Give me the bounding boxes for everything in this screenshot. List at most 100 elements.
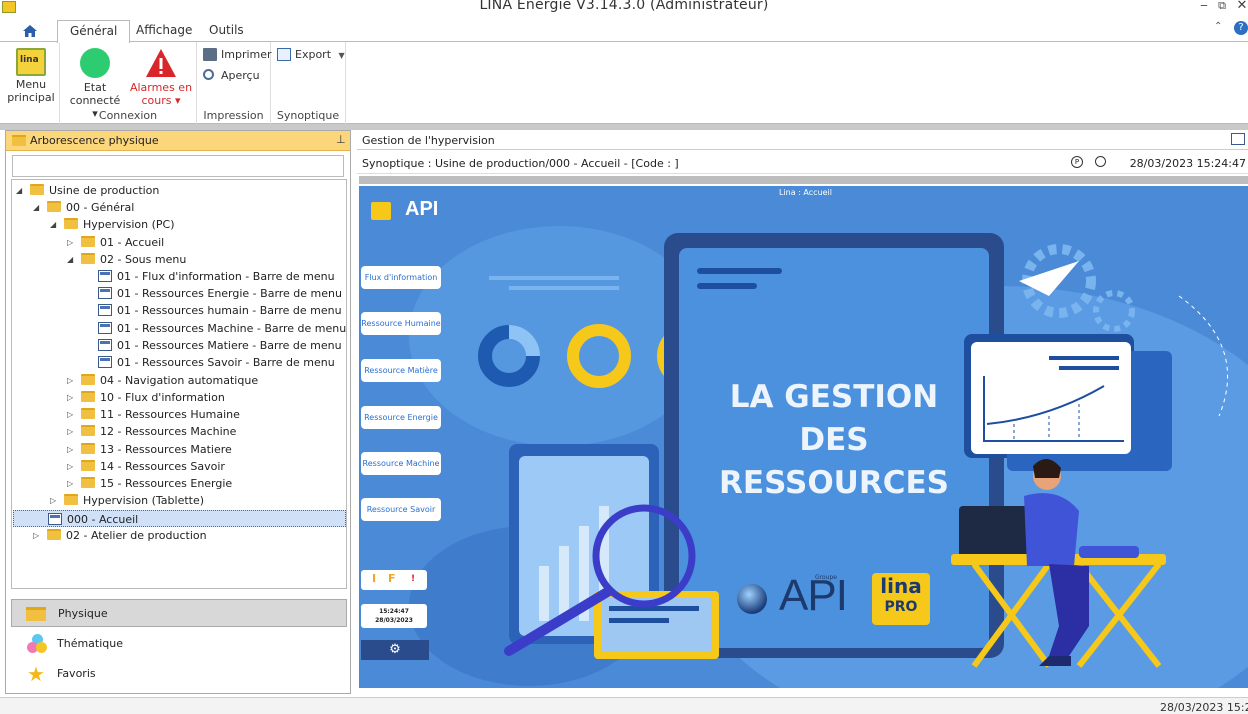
ribbon-tabs: Général Affichage Outils ⌃ ? [0,16,1248,43]
nav-physique[interactable]: Physique [11,599,347,627]
tree-node[interactable]: ◢ 00 - Général [33,199,134,216]
help-icon[interactable]: ? [1234,21,1248,35]
collapse-icon[interactable]: ◢ [67,251,77,268]
flag-excl[interactable]: ! [411,574,415,584]
collapse-icon[interactable]: ◢ [50,216,60,233]
tree-node[interactable]: ▷ 04 - Navigation automatique [67,372,258,389]
tree-node[interactable]: ▷ 15 - Ressources Energie [67,475,233,492]
lina-logo-text: lina [20,55,39,65]
folder-icon [81,477,95,488]
expand-icon[interactable]: ▷ [67,423,77,440]
tree-node[interactable]: ◢ Usine de production [16,182,159,199]
expand-icon[interactable]: ▷ [67,372,77,389]
headline-line3: RESSOURCES [719,465,949,501]
tree-node[interactable]: ▷ Hypervision (Tablette) [50,492,204,509]
syn-caption: Lina : Accueil [779,188,832,197]
tree-node-selected[interactable]: 000 - Accueil [13,510,346,527]
pin-icon[interactable]: ⊥ [336,133,346,146]
restore-button[interactable]: ⧉ [1212,0,1232,13]
tree-node[interactable]: ▷ 02 - Atelier de production [33,527,207,544]
tree-node[interactable]: ▷ 13 - Ressources Matiere [67,441,232,458]
side-button-humaine[interactable]: Ressource Humaine [361,312,441,335]
api-logo-large: API [779,571,848,620]
tree-node[interactable]: ◢ Hypervision (PC) [50,216,175,233]
tree-node[interactable]: 01 - Ressources Savoir - Barre de menu [98,354,335,371]
screen-icon[interactable] [1231,133,1245,145]
tree-node-label: 15 - Ressources Energie [100,477,233,490]
tab-affichage[interactable]: Affichage [124,20,204,42]
flag-f[interactable]: F [388,572,396,585]
tree-node[interactable]: 01 - Ressources Machine - Barre de menu [98,320,346,337]
collapse-icon[interactable]: ◢ [33,199,43,216]
tree-node[interactable]: 01 - Ressources Matiere - Barre de menu [98,337,342,354]
pro-badge-text: PRO [884,599,918,615]
side-button-flux[interactable]: Flux d'information [361,266,441,289]
synoptic-icon [98,270,112,282]
api-logo-small: API [405,198,439,220]
folder-icon [12,135,26,146]
expand-icon[interactable]: ▷ [67,441,77,458]
tree-node[interactable]: ▷ 10 - Flux d'information [67,389,225,406]
export-label: Export [295,48,332,61]
lina-badge-text: lina [880,574,922,598]
settings-button[interactable]: ⚙ [361,640,429,660]
nav-thematique[interactable]: Thématique [11,630,347,658]
tree-node[interactable]: 01 - Ressources humain - Barre de menu [98,302,342,319]
left-pane-title: Arborescence physique [30,134,159,147]
expand-icon[interactable]: ▷ [33,527,43,544]
flags-panel: I F ! [361,570,427,590]
etat-line1: Etat [83,81,107,94]
folder-icon [81,374,95,385]
apercu-button[interactable]: Aperçu [201,67,260,85]
impression-group-label: Impression [203,109,264,122]
tab-outils[interactable]: Outils [197,20,256,42]
status-datetime: 28/03/2023 15:24 [1160,701,1248,714]
magnifier-icon [203,69,214,80]
menu-principal-button[interactable]: lina Menu principal [4,48,58,104]
folder-icon [26,607,46,621]
tree-node[interactable]: 01 - Flux d'information - Barre de menu [98,268,335,285]
minimize-button[interactable]: ‒ [1194,0,1214,12]
side-button-matiere[interactable]: Ressource Matière [361,359,441,382]
nav-favoris-label: Favoris [57,667,96,680]
side-button-machine[interactable]: Ressource Machine [361,452,441,475]
tab-general[interactable]: Général [57,20,131,43]
tree-node[interactable]: ▷ 01 - Accueil [67,234,164,251]
folder-icon [81,443,95,454]
nav-favoris[interactable]: ★ Favoris [11,660,347,688]
tree-node-label: 01 - Ressources humain - Barre de menu [117,304,342,317]
folder-icon [81,236,95,247]
expand-icon[interactable]: ▷ [67,458,77,475]
group-synoptique: Export ▼ Synoptique [271,42,346,124]
export-button[interactable]: Export ▼ [275,46,345,64]
tree-search-input[interactable] [12,155,344,177]
expand-icon[interactable]: ▷ [67,234,77,251]
tree-node-label: 01 - Ressources Machine - Barre de menu [117,322,347,335]
alarmes-line1: Alarmes en [129,81,193,94]
tree-node[interactable]: ◢ 02 - Sous menu [67,251,186,268]
alarmes-button[interactable]: Alarmes en cours ▾ [128,48,194,107]
collapse-icon[interactable]: ◢ [16,182,26,199]
tree-node[interactable]: ▷ 11 - Ressources Humaine [67,406,240,423]
tree-node[interactable]: ▷ 12 - Ressources Machine [67,423,236,440]
headline-line1: LA GESTION [729,379,939,415]
flag-i[interactable]: I [372,572,376,585]
collapse-ribbon-icon[interactable]: ⌃ [1214,21,1222,32]
tree-node-label: 01 - Ressources Energie - Barre de menu [117,287,342,300]
left-pane-header: Arborescence physique ⊥ [6,131,350,151]
tree-node[interactable]: 01 - Ressources Energie - Barre de menu [98,285,342,302]
home-tab[interactable] [12,20,46,42]
expand-icon[interactable]: ▷ [67,475,77,492]
close-button[interactable]: ✕ [1232,0,1248,13]
thematic-icon [27,634,47,654]
expand-icon[interactable]: ▷ [67,389,77,406]
expand-icon[interactable]: ▷ [67,406,77,423]
print-mode-icon[interactable]: P [1071,156,1083,168]
side-button-energie[interactable]: Ressource Energie [361,406,441,429]
side-button-savoir[interactable]: Ressource Savoir [361,498,441,521]
imprimer-button[interactable]: Imprimer [201,46,272,64]
synoptic-icon [48,513,62,525]
tree-node-label: 13 - Ressources Matiere [100,443,232,456]
tree-node[interactable]: ▷ 14 - Ressources Savoir [67,458,225,475]
expand-icon[interactable]: ▷ [50,492,60,509]
